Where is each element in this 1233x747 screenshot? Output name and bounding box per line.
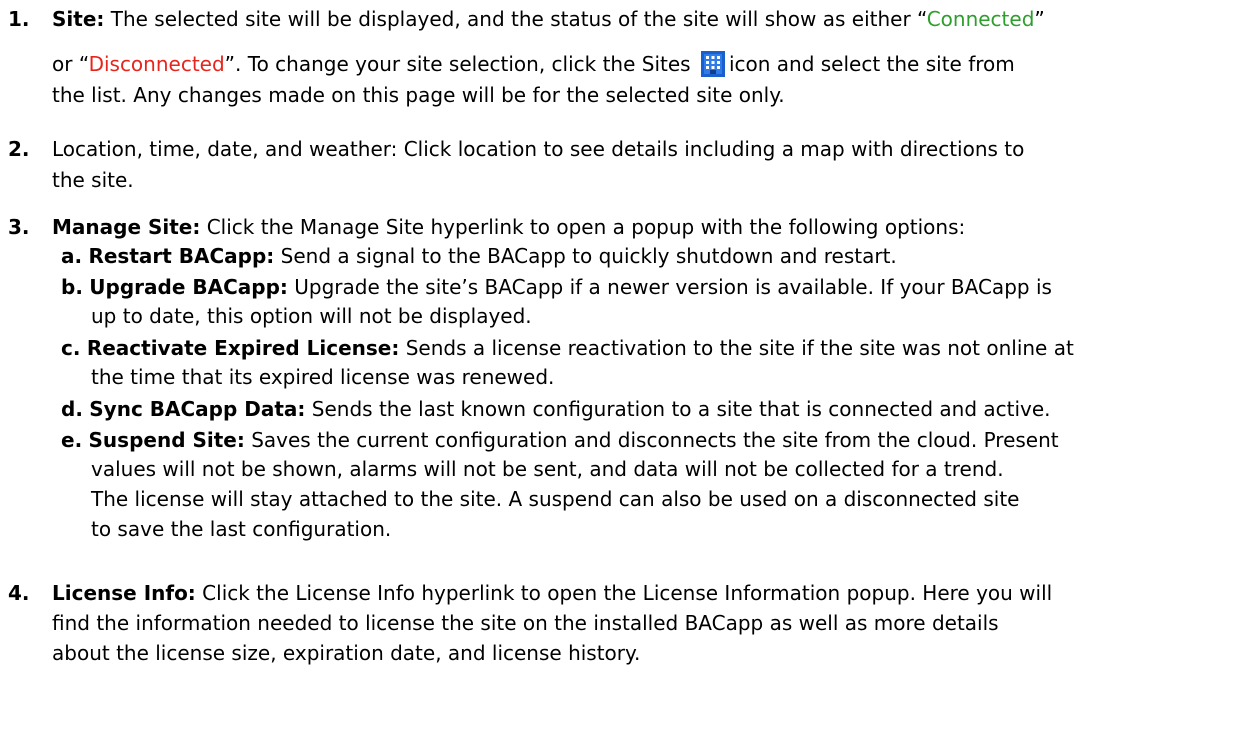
sub-letter: b. <box>61 275 83 299</box>
sub-item-upgrade: b. Upgrade BACapp: Upgrade the site’s BA… <box>61 274 1052 301</box>
sub-letter: c. <box>61 336 81 360</box>
item-line: Manage Site: Click the Manage Site hyper… <box>52 214 965 241</box>
sub-text: Sends the last known configuration to a … <box>305 397 1051 421</box>
item-line: the site. <box>52 168 134 192</box>
sub-text: Sends a license reactivation to the site… <box>399 336 1074 360</box>
item-line: about the license size, expiration date,… <box>52 641 641 665</box>
sub-text: Send a signal to the BACapp to quickly s… <box>274 244 897 268</box>
item-number: 2. <box>8 137 30 161</box>
item-line: Site: The selected site will be displaye… <box>52 6 1045 33</box>
sub-item-suspend: e. Suspend Site: Saves the current confi… <box>61 427 1059 454</box>
item-line: Location, time, date, and weather: Click… <box>52 137 1025 161</box>
sub-text: The license will stay attached to the si… <box>91 487 1020 511</box>
status-disconnected: Disconnected <box>88 52 225 76</box>
sub-label: Restart BACapp: <box>88 244 275 268</box>
sub-item-reactivate: c. Reactivate Expired License: Sends a l… <box>61 335 1074 362</box>
sub-letter: d. <box>61 397 83 421</box>
sub-text: the time that its expired license was re… <box>91 365 555 389</box>
sub-label: Sync BACapp Data: <box>89 397 306 421</box>
help-document: 1. Site: The selected site will be displ… <box>0 0 1233 747</box>
item-number: 1. <box>8 7 30 31</box>
sub-label: Upgrade BACapp: <box>89 275 288 299</box>
item-number: 4. <box>8 581 30 605</box>
item-line: or “Disconnected”. To change your site s… <box>52 51 1015 78</box>
item-line: the list. Any changes made on this page … <box>52 83 785 107</box>
sub-text: up to date, this option will not be disp… <box>91 304 532 328</box>
item-text: Click the Manage Site hyperlink to open … <box>200 215 966 239</box>
sub-label: Reactivate Expired License: <box>86 336 400 360</box>
item-text: The selected site will be displayed, and… <box>104 7 927 31</box>
sub-letter: a. <box>61 244 83 268</box>
item-line: License Info: Click the License Info hyp… <box>52 580 1052 607</box>
item-text: or “ <box>52 52 89 76</box>
sub-text: Saves the current configuration and disc… <box>244 428 1059 452</box>
item-label: License Info: <box>52 581 196 605</box>
sub-text: Upgrade the site’s BACapp if a newer ver… <box>287 275 1052 299</box>
item-line: find the information needed to license t… <box>52 611 999 635</box>
sites-icon <box>700 51 725 77</box>
item-text: Click the License Info hyperlink to open… <box>195 581 1053 605</box>
sub-letter: e. <box>61 428 83 452</box>
item-text: ”. To change your site selection, click … <box>224 52 691 76</box>
sub-text: values will not be shown, alarms will no… <box>91 457 1004 481</box>
sub-label: Suspend Site: <box>88 428 245 452</box>
item-text: ” <box>1034 7 1045 31</box>
sub-item-sync: d. Sync BACapp Data: Sends the last know… <box>61 396 1051 423</box>
item-text: icon and select the site from <box>728 52 1015 76</box>
item-label: Site: <box>52 7 105 31</box>
sub-item-restart: a. Restart BACapp: Send a signal to the … <box>61 243 897 270</box>
status-connected: Connected <box>926 7 1035 31</box>
sub-text: to save the last configuration. <box>91 517 392 541</box>
item-number: 3. <box>8 215 30 239</box>
item-label: Manage Site: <box>52 215 201 239</box>
